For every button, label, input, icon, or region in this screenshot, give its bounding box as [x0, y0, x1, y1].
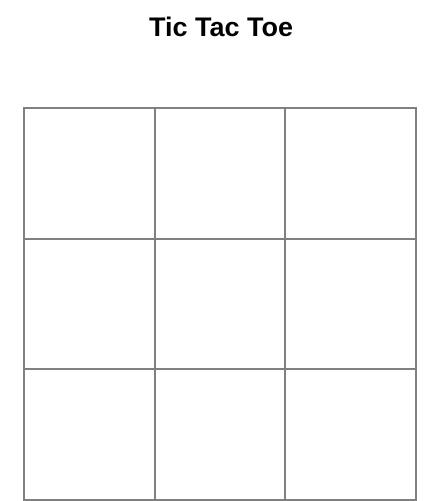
board-cell-6[interactable] [285, 238, 416, 370]
board-cell-4[interactable] [24, 238, 155, 370]
board-cell-7[interactable] [24, 369, 155, 500]
board-cell-3[interactable] [285, 108, 416, 239]
board-cell-9[interactable] [285, 369, 416, 500]
board-cell-8[interactable] [154, 369, 286, 500]
board-cell-2[interactable] [154, 108, 286, 239]
game-title: Tic Tac Toe [148, 12, 294, 42]
board-cell-1[interactable] [24, 108, 155, 239]
board-cell-5[interactable] [154, 238, 286, 370]
game-board [23, 107, 417, 501]
